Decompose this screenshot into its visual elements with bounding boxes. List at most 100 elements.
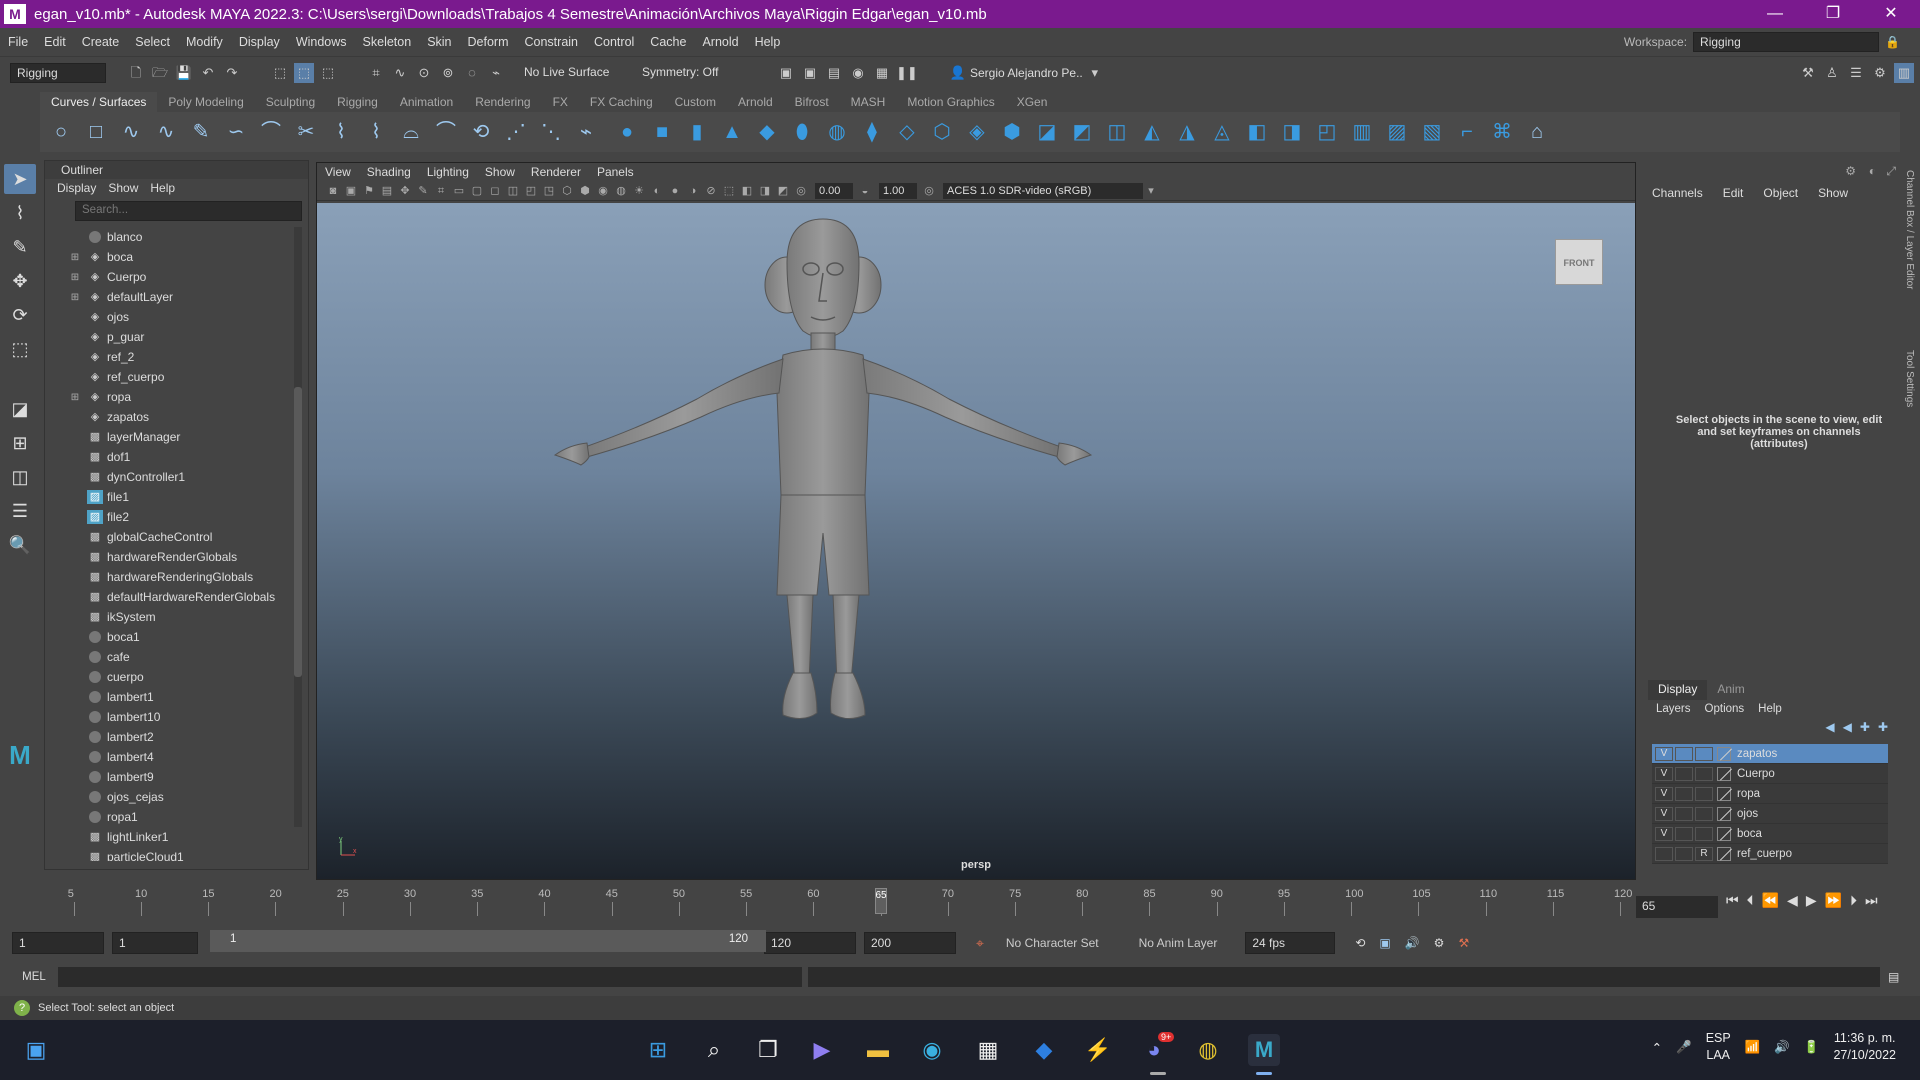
- channel-box-side-tab[interactable]: Channel Box / Layer Editor: [1904, 170, 1915, 320]
- outliner-item[interactable]: ◈ p_guar: [45, 327, 295, 347]
- cut-curve-icon[interactable]: ✂: [291, 117, 321, 147]
- outliner-item[interactable]: ▨ file1: [45, 487, 295, 507]
- layers-help-menu[interactable]: Help: [1758, 700, 1782, 718]
- menu-control[interactable]: Control: [586, 35, 642, 49]
- select-hierarchy-icon[interactable]: ⬚: [270, 63, 290, 83]
- outliner-item[interactable]: ◈ ref_2: [45, 347, 295, 367]
- paint-select-tool-icon[interactable]: ✎: [4, 232, 36, 262]
- file-explorer-icon[interactable]: ▬: [862, 1034, 894, 1066]
- new-layer-selected-icon[interactable]: ✚: [1878, 720, 1888, 734]
- layers-options-menu[interactable]: Options: [1705, 700, 1745, 718]
- viewport-menu-panels[interactable]: Panels: [597, 163, 634, 181]
- shelf-tab-mash[interactable]: MASH: [840, 92, 897, 112]
- modeling-toolkit-icon[interactable]: ⚒: [1798, 63, 1818, 83]
- go-to-end-icon[interactable]: ⏭: [1865, 892, 1878, 909]
- outliner-item[interactable]: boca1: [45, 627, 295, 647]
- layer-visibility-toggle[interactable]: [1655, 846, 1673, 861]
- layer-display-type-toggle[interactable]: R: [1695, 846, 1713, 861]
- menu-deform[interactable]: Deform: [460, 35, 517, 49]
- isolate-select-icon[interactable]: ⬚: [721, 183, 737, 199]
- expand-icon[interactable]: ⊞: [67, 292, 83, 303]
- step-back-icon[interactable]: ⏴: [1747, 892, 1754, 909]
- render-view-icon[interactable]: ▦: [872, 63, 892, 83]
- pencil-curve-icon[interactable]: ✎: [186, 117, 216, 147]
- menu-arnold[interactable]: Arnold: [694, 35, 746, 49]
- go-to-start-icon[interactable]: ⏮: [1726, 892, 1739, 909]
- viewport-menu-renderer[interactable]: Renderer: [531, 163, 581, 181]
- shelf-tab-bifrost[interactable]: Bifrost: [784, 92, 840, 112]
- task-view-icon[interactable]: ❐: [752, 1034, 784, 1066]
- grease-pencil-icon[interactable]: ✎: [415, 183, 431, 199]
- volume-icon[interactable]: 🔊: [1774, 1040, 1790, 1055]
- gamma-field[interactable]: 1.00: [879, 182, 917, 199]
- motion-blur-icon[interactable]: ◑: [685, 183, 701, 199]
- nurbs-cube-icon[interactable]: ■: [647, 117, 677, 147]
- outliner-item[interactable]: cuerpo: [45, 667, 295, 687]
- new-layer-icon[interactable]: ✚: [1860, 720, 1870, 734]
- viewport-menu-shading[interactable]: Shading: [367, 163, 411, 181]
- layer-color-swatch[interactable]: [1717, 826, 1731, 841]
- offset-curve-icon[interactable]: ⌓: [396, 117, 426, 147]
- current-frame-field[interactable]: 65: [1636, 896, 1718, 918]
- layer-visibility-toggle[interactable]: V: [1655, 786, 1673, 801]
- outliner-item[interactable]: ▩ lightLinker1: [45, 827, 295, 847]
- anti-aliasing-icon[interactable]: ⊘: [703, 183, 719, 199]
- save-scene-icon[interactable]: 💾: [174, 63, 194, 83]
- arc-icon[interactable]: ⌒: [256, 117, 286, 147]
- menu-windows[interactable]: Windows: [288, 35, 355, 49]
- edge-icon[interactable]: ◉: [916, 1034, 948, 1066]
- animation-preferences-icon[interactable]: ⚙: [1434, 936, 1445, 950]
- menu-skin[interactable]: Skin: [419, 35, 459, 49]
- render-settings-icon[interactable]: ▤: [824, 63, 844, 83]
- add-points-icon[interactable]: ⋰: [501, 117, 531, 147]
- anim-layer-dropdown[interactable]: No Anim Layer: [1139, 936, 1218, 950]
- layer-visibility-toggle[interactable]: V: [1655, 766, 1673, 781]
- step-forward-key-icon[interactable]: ⏩: [1825, 892, 1842, 909]
- shadows-icon[interactable]: ◐: [649, 183, 665, 199]
- outliner-item[interactable]: ⊞ ◈ boca: [45, 247, 295, 267]
- outliner-item[interactable]: ⊞ ◈ defaultLayer: [45, 287, 295, 307]
- redo-icon[interactable]: ↷: [222, 63, 242, 83]
- grid-icon[interactable]: ⌗: [433, 183, 449, 199]
- workspace-dropdown[interactable]: Rigging: [1693, 32, 1880, 52]
- shelf-tab-arnold[interactable]: Arnold: [727, 92, 784, 112]
- layers-menu[interactable]: Layers: [1656, 700, 1691, 718]
- camera-icon[interactable]: ◙: [325, 183, 341, 199]
- outliner-item[interactable]: ▩ ikSystem: [45, 607, 295, 627]
- scale-tool-icon[interactable]: ⬚: [4, 334, 36, 364]
- layer-row[interactable]: Vojos: [1652, 804, 1888, 824]
- close-icon[interactable]: ✕: [1862, 0, 1920, 28]
- clock[interactable]: 11:36 p. m. 27/10/2022: [1833, 1030, 1896, 1064]
- channel-box-icon-c[interactable]: ⤢: [1886, 164, 1896, 179]
- extend-surface-icon[interactable]: ▨: [1382, 117, 1412, 147]
- input-language[interactable]: ESP LAA: [1706, 1030, 1731, 1064]
- shelf-tab-curves-surfaces[interactable]: Curves / Surfaces: [40, 92, 158, 112]
- chevron-down-icon[interactable]: ▾: [1085, 63, 1105, 83]
- menu-cache[interactable]: Cache: [642, 35, 694, 49]
- shelf-tab-xgen[interactable]: XGen: [1006, 92, 1059, 112]
- snap-projected-icon[interactable]: ⊚: [438, 63, 458, 83]
- nurbs-plane-icon[interactable]: ◆: [752, 117, 782, 147]
- channel-box-icon-a[interactable]: ⚙: [1845, 164, 1856, 178]
- outliner-item[interactable]: ⊞ ◈ Cuerpo: [45, 267, 295, 287]
- surface-edit-icon[interactable]: ⌘: [1487, 117, 1517, 147]
- outliner-item[interactable]: ◈ zapatos: [45, 407, 295, 427]
- fillet-surface-icon[interactable]: ⌂: [1522, 117, 1552, 147]
- outliner-item[interactable]: blanco: [45, 227, 295, 247]
- dropbox-icon[interactable]: ◆: [1028, 1034, 1060, 1066]
- snap-point-icon[interactable]: ⊙: [414, 63, 434, 83]
- undo-icon[interactable]: ↶: [198, 63, 218, 83]
- intersect-icon[interactable]: ◭: [1137, 117, 1167, 147]
- shelf-tab-sculpting[interactable]: Sculpting: [255, 92, 326, 112]
- outliner-layout-icon[interactable]: ☰: [4, 496, 36, 526]
- move-layer-up-icon[interactable]: ◀: [1825, 720, 1834, 734]
- sculpt-surface-icon[interactable]: ⌐: [1452, 117, 1482, 147]
- menu-constrain[interactable]: Constrain: [517, 35, 587, 49]
- color-management-dropdown[interactable]: ACES 1.0 SDR-video (sRGB): [943, 182, 1143, 199]
- gate-mask-icon[interactable]: ◻: [487, 183, 503, 199]
- outliner-scroll-thumb[interactable]: [294, 387, 302, 677]
- character-set-dropdown[interactable]: No Character Set: [1006, 936, 1099, 950]
- step-back-key-icon[interactable]: ⏪: [1762, 892, 1779, 909]
- expand-icon[interactable]: ⊞: [67, 392, 83, 403]
- select-object-icon[interactable]: ⬚: [294, 62, 314, 83]
